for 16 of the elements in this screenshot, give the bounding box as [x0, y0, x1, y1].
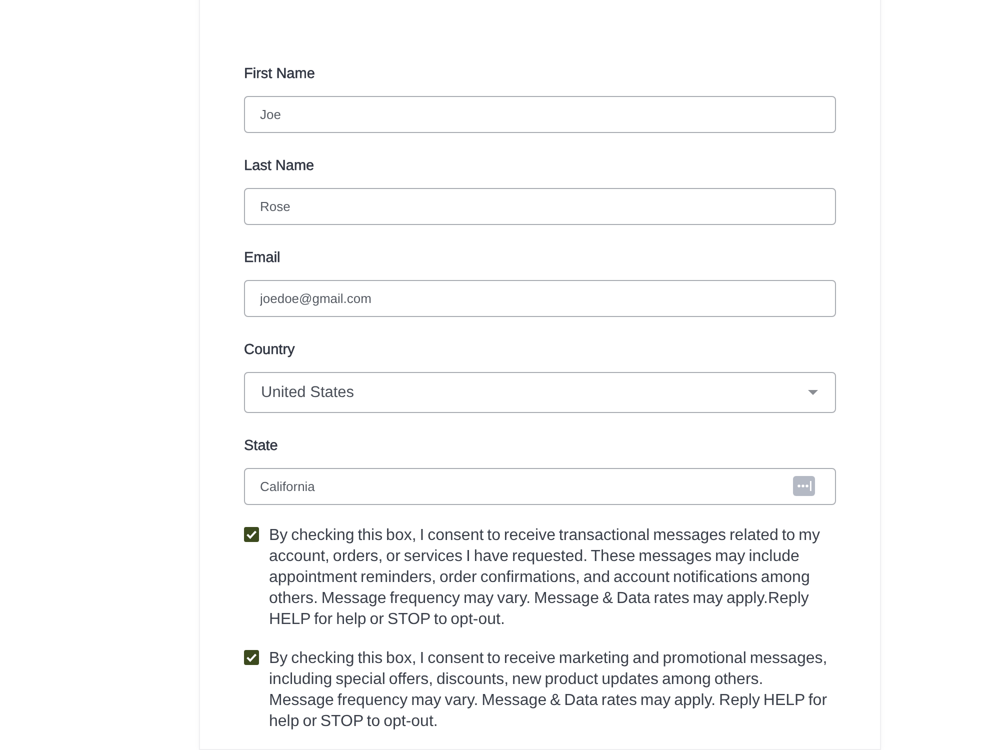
field-label: Country — [244, 341, 295, 360]
field-label: Last Name — [244, 157, 314, 176]
dropdown-field[interactable]: United States — [244, 372, 836, 413]
text-field[interactable]: Joe — [244, 96, 836, 133]
field-label: State — [244, 437, 278, 456]
text-field[interactable]: California — [244, 468, 836, 505]
consent-text: By checking this box, I consent to receive transactional messages related to my account, orders, or services I have requested. These messages may include appointment reminders, order confirmations, and account notifications among others. Message frequency may vary. Message & Data rates may apply.Reply HELP for help or STOP to opt-out. — [269, 526, 821, 630]
field-label: Email — [244, 249, 280, 268]
consent-text: By checking this box, I consent to receive marketing and promotional messages, including special offers, discounts, new product updates among others. Message frequency may vary. Message & Data rates may apply. Reply HELP for help or STOP to opt-out. — [269, 649, 828, 732]
text-field[interactable]: joedoe@gmail.com — [244, 280, 836, 317]
caret-down-icon — [808, 390, 818, 395]
checkbox[interactable] — [244, 650, 259, 665]
password-dots-icon[interactable] — [793, 476, 815, 496]
field-label: First Name — [244, 65, 315, 84]
checkbox[interactable] — [244, 527, 259, 542]
text-field[interactable]: Rose — [244, 188, 836, 225]
